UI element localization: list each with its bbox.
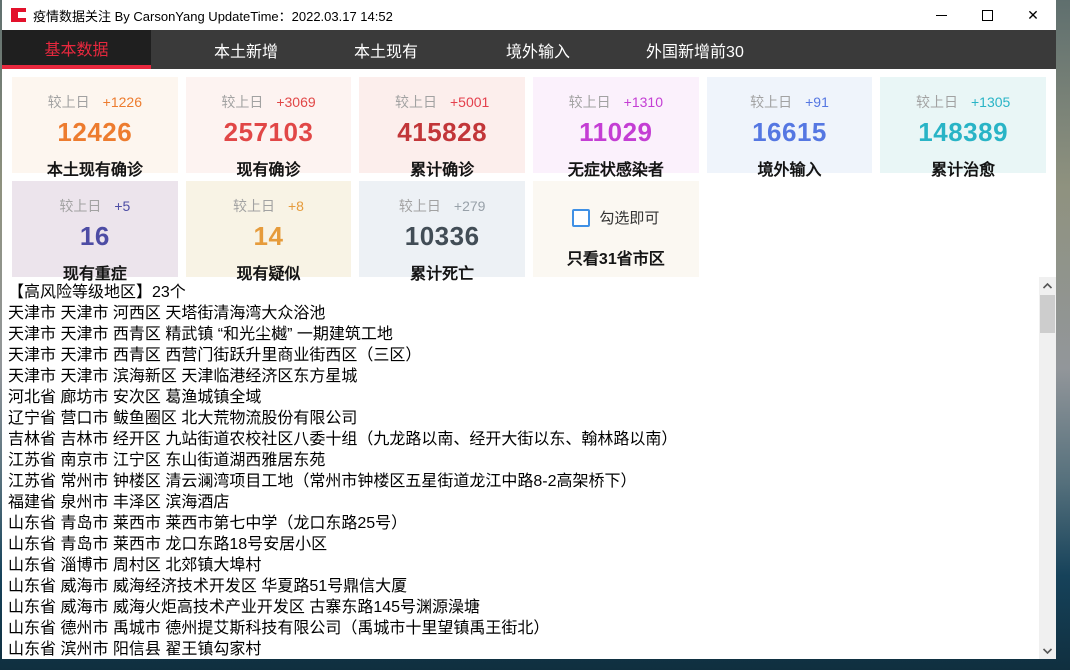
stat-value: 14 — [186, 221, 352, 252]
stats-row-2: 较上日+516现有重症较上日+814现有疑似较上日+27910336累计死亡 勾… — [2, 173, 1056, 277]
card-compare-row: 较上日 +3069 — [186, 92, 352, 112]
stat-value: 12426 — [12, 117, 178, 148]
compare-label: 较上日 — [916, 94, 958, 110]
stat-card: 较上日+9116615境外输入 — [707, 77, 873, 173]
compare-label: 较上日 — [59, 198, 101, 214]
delta-value: +3069 — [276, 94, 315, 110]
stat-card: 较上日+3069257103现有确诊 — [186, 77, 352, 173]
list-item: 山东省 威海市 威海经济技术开发区 华夏路51号鼎信大厦 — [8, 576, 1032, 597]
list-item: 河北省 廊坊市 安次区 葛渔城镇全域 — [8, 387, 1032, 408]
stat-card: 较上日+131011029无症状感染者 — [533, 77, 699, 173]
compare-label: 较上日 — [221, 94, 263, 110]
window-title: 疫情数据关注 By CarsonYang UpdateTime：2022.03.… — [33, 6, 393, 25]
list-item: 山东省 滨州市 阳信县 翟王镇勾家村 — [8, 639, 1032, 659]
card-compare-row: 较上日 +279 — [359, 196, 525, 216]
list-item: 山东省 德州市 禹城市 德州提艾斯科技有限公司（禹城市十里望镇禹王街北） — [8, 618, 1032, 639]
delta-value: +279 — [454, 198, 486, 214]
minimize-button[interactable] — [918, 0, 964, 30]
tab-1[interactable]: 基本数据 — [2, 30, 151, 69]
tab-bar: 基本数据本土新增本土现有境外输入外国新增前30 — [2, 30, 1056, 69]
compare-label: 较上日 — [569, 94, 611, 110]
delta-value: +1305 — [971, 94, 1010, 110]
stat-card: 较上日+516现有重症 — [12, 181, 178, 277]
compare-label: 较上日 — [48, 94, 90, 110]
scrollbar[interactable] — [1039, 277, 1056, 659]
delta-value: +1226 — [103, 94, 142, 110]
minimize-icon — [936, 15, 947, 16]
scroll-down-button[interactable] — [1039, 642, 1056, 659]
list-item: 福建省 泉州市 丰泽区 滨海酒店 — [8, 492, 1032, 513]
card-compare-row: 较上日 +91 — [707, 92, 873, 112]
stat-card: 较上日+814现有疑似 — [186, 181, 352, 277]
stat-value: 10336 — [359, 221, 525, 252]
checkbox-card-title: 只看31省市区 — [533, 245, 699, 269]
stat-value: 415828 — [359, 117, 525, 148]
list-item: 天津市 天津市 滨海新区 天津临港经济区东方星城 — [8, 366, 1032, 387]
delta-value: +91 — [805, 94, 829, 110]
tab-2[interactable]: 本土新增 — [176, 30, 316, 69]
compare-label: 较上日 — [750, 94, 792, 110]
compare-label: 较上日 — [233, 198, 275, 214]
stat-card: 较上日+122612426本土现有确诊 — [12, 77, 178, 173]
main-content: 较上日+122612426本土现有确诊较上日+3069257103现有确诊较上日… — [2, 69, 1056, 659]
delta-value: +5001 — [450, 94, 489, 110]
stat-value: 16 — [12, 221, 178, 252]
compare-label: 较上日 — [395, 94, 437, 110]
close-button[interactable]: ✕ — [1010, 0, 1056, 30]
chevron-up-icon — [1043, 283, 1052, 289]
compare-label: 较上日 — [399, 198, 441, 214]
stat-card: 较上日+27910336累计死亡 — [359, 181, 525, 277]
list-item: 江苏省 常州市 钟楼区 清云澜湾项目工地（常州市钟楼区五星街道龙江中路8-2高架… — [8, 471, 1032, 492]
stat-card: 较上日+1305148389累计治愈 — [880, 77, 1046, 173]
checkbox-label[interactable]: 勾选即可 — [599, 207, 659, 228]
scroll-up-button[interactable] — [1039, 277, 1056, 294]
list-item: 辽宁省 营口市 鲅鱼圈区 北大荒物流股份有限公司 — [8, 408, 1032, 429]
card-compare-row: 较上日 +1305 — [880, 92, 1046, 112]
card-compare-row: 较上日 +5 — [12, 196, 178, 216]
checkbox[interactable] — [572, 209, 590, 227]
tab-3[interactable]: 本土现有 — [316, 30, 456, 69]
list-item: 山东省 威海市 威海火炬高技术产业开发区 古寨东路145号渊源澡塘 — [8, 597, 1032, 618]
maximize-icon — [982, 10, 993, 21]
title-bar: 疫情数据关注 By CarsonYang UpdateTime：2022.03.… — [2, 0, 1056, 30]
list-rows: 天津市 天津市 河西区 天塔街清海湾大众浴池天津市 天津市 西青区 精武镇 “和… — [8, 303, 1032, 659]
list-item: 天津市 天津市 西青区 精武镇 “和光尘樾” 一期建筑工地 — [8, 324, 1032, 345]
stat-value: 257103 — [186, 117, 352, 148]
list-item: 天津市 天津市 河西区 天塔街清海湾大众浴池 — [8, 303, 1032, 324]
delta-value: +1310 — [624, 94, 663, 110]
list-item: 江苏省 南京市 江宁区 东山街道湖西雅居东苑 — [8, 450, 1032, 471]
stats-row-1: 较上日+122612426本土现有确诊较上日+3069257103现有确诊较上日… — [2, 69, 1056, 173]
list-item: 吉林省 吉林市 经开区 九站街道农校社区八委十组（九龙路以南、经开大街以东、翰林… — [8, 429, 1032, 450]
app-logo-icon — [11, 8, 26, 22]
list-header: 【高风险等级地区】23个 — [8, 282, 1032, 303]
list-item: 山东省 青岛市 莱西市 莱西市第七中学（龙口东路25号） — [8, 513, 1032, 534]
scrollbar-thumb[interactable] — [1040, 295, 1055, 333]
province-filter-card: 勾选即可 只看31省市区 — [533, 181, 699, 277]
list-item: 天津市 天津市 西青区 西营门街跃升里商业街西区（三区） — [8, 345, 1032, 366]
list-item: 山东省 淄博市 周村区 北郊镇大埠村 — [8, 555, 1032, 576]
close-icon: ✕ — [1027, 8, 1039, 22]
card-compare-row: 较上日 +1310 — [533, 92, 699, 112]
stat-value: 11029 — [533, 117, 699, 148]
stat-card: 较上日+5001415828累计确诊 — [359, 77, 525, 173]
card-compare-row: 较上日 +1226 — [12, 92, 178, 112]
chevron-down-icon — [1043, 648, 1052, 654]
card-compare-row: 较上日 +8 — [186, 196, 352, 216]
tab-5[interactable]: 外国新增前30 — [608, 30, 782, 69]
list-item: 山东省 青岛市 莱西市 龙口东路18号安居小区 — [8, 534, 1032, 555]
risk-list: 【高风险等级地区】23个 天津市 天津市 河西区 天塔街清海湾大众浴池天津市 天… — [2, 277, 1056, 659]
app-window: 疫情数据关注 By CarsonYang UpdateTime：2022.03.… — [2, 0, 1056, 659]
stat-value: 148389 — [880, 117, 1046, 148]
maximize-button[interactable] — [964, 0, 1010, 30]
tab-4[interactable]: 境外输入 — [468, 30, 608, 69]
delta-value: +8 — [288, 198, 304, 214]
stat-value: 16615 — [707, 117, 873, 148]
card-compare-row: 较上日 +5001 — [359, 92, 525, 112]
window-controls: ✕ — [918, 0, 1056, 30]
delta-value: +5 — [114, 198, 130, 214]
